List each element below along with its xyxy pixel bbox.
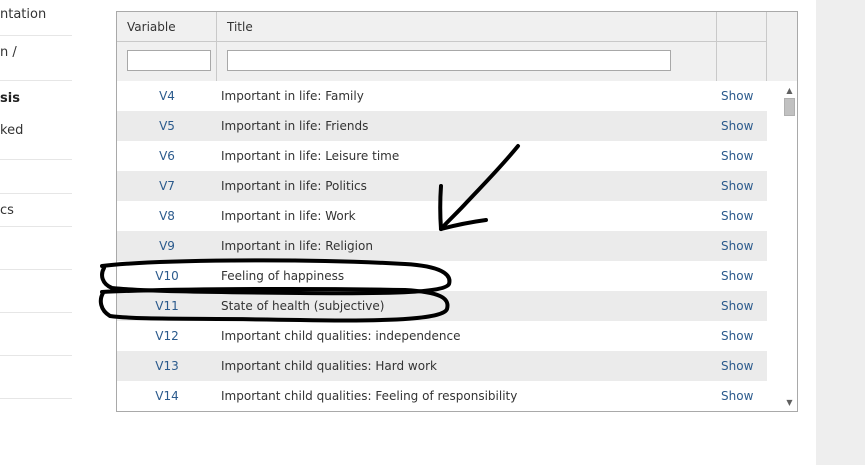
variable-link[interactable]: V13 <box>117 351 217 381</box>
variable-title: Important in life: Religion <box>221 239 373 253</box>
table-row: V7 Important in life: Politics Show <box>117 171 767 201</box>
header-divider <box>117 41 767 42</box>
nav-item-label: ked <box>0 123 24 138</box>
show-link[interactable]: Show <box>721 111 753 141</box>
variable-title: Feeling of happiness <box>221 269 345 283</box>
left-nav: ntation n / sis ked cs <box>0 0 72 465</box>
nav-item-3[interactable]: ked <box>0 114 72 162</box>
scroll-up-icon[interactable]: ▲ <box>781 84 797 98</box>
header-scrollbar-gutter <box>767 12 797 81</box>
variables-table: Variable Title V4 Important in life: Fam… <box>116 11 798 412</box>
variable-link[interactable]: V5 <box>117 111 217 141</box>
nav-item-5[interactable]: cs <box>0 194 72 228</box>
nav-item-6[interactable] <box>0 228 72 271</box>
scroll-down-icon[interactable]: ▼ <box>781 396 797 410</box>
nav-divider <box>0 398 72 399</box>
nav-item-label: n / <box>0 45 17 60</box>
nav-divider <box>0 355 72 356</box>
right-side-panel <box>816 0 865 465</box>
variable-title: Important in life: Family <box>221 89 364 103</box>
show-link[interactable]: Show <box>721 231 753 261</box>
variable-title: State of health (subjective) <box>221 299 385 313</box>
column-divider <box>716 12 717 81</box>
table-row: V8 Important in life: Work Show <box>117 201 767 231</box>
show-link[interactable]: Show <box>721 321 753 351</box>
variable-title: Important in life: Leisure time <box>221 149 400 163</box>
nav-divider <box>0 269 72 270</box>
show-link[interactable]: Show <box>721 291 753 321</box>
table-row: V5 Important in life: Friends Show <box>117 111 767 141</box>
table-row: V6 Important in life: Leisure time Show <box>117 141 767 171</box>
variable-title: Important child qualities: Feeling of re… <box>221 389 518 403</box>
column-divider <box>216 12 217 81</box>
column-header-title[interactable]: Title <box>217 12 717 42</box>
variable-title: Important in life: Work <box>221 209 356 223</box>
nav-item-label: cs <box>0 203 14 218</box>
variable-title: Important in life: Friends <box>221 119 369 133</box>
nav-item-0[interactable]: ntation <box>0 0 72 36</box>
show-link[interactable]: Show <box>721 261 753 291</box>
nav-item-4[interactable] <box>0 162 72 194</box>
variable-link[interactable]: V10 <box>117 261 217 291</box>
nav-item-1[interactable]: n / <box>0 36 72 82</box>
table-row: V12 Important child qualities: independe… <box>117 321 767 351</box>
show-link[interactable]: Show <box>721 141 753 171</box>
show-link[interactable]: Show <box>721 381 753 411</box>
nav-item-9[interactable] <box>0 357 72 400</box>
nav-divider <box>0 80 72 81</box>
variable-title: Important in life: Politics <box>221 179 367 193</box>
variable-link[interactable]: V9 <box>117 231 217 261</box>
variable-link[interactable]: V12 <box>117 321 217 351</box>
scrollbar-thumb[interactable] <box>784 98 795 116</box>
table-row: V10 Feeling of happiness Show <box>117 261 767 291</box>
nav-item-7[interactable] <box>0 271 72 314</box>
variable-link[interactable]: V7 <box>117 171 217 201</box>
table-row: V9 Important in life: Religion Show <box>117 231 767 261</box>
show-link[interactable]: Show <box>721 201 753 231</box>
nav-divider <box>0 312 72 313</box>
nav-divider <box>0 159 72 160</box>
variable-title: Important child qualities: Hard work <box>221 359 437 373</box>
table-body: V4 Important in life: Family Show V5 Imp… <box>117 81 767 411</box>
table-scrollbar[interactable]: ▲ ▼ <box>781 81 797 411</box>
table-row: V11 State of health (subjective) Show <box>117 291 767 321</box>
nav-item-label: ntation <box>0 7 47 22</box>
show-link[interactable]: Show <box>721 171 753 201</box>
nav-divider <box>0 226 72 227</box>
nav-item-8[interactable] <box>0 314 72 357</box>
table-row: V13 Important child qualities: Hard work… <box>117 351 767 381</box>
variable-link[interactable]: V4 <box>117 81 217 111</box>
table-row: V14 Important child qualities: Feeling o… <box>117 381 767 411</box>
variable-title: Important child qualities: independence <box>221 329 461 343</box>
variable-link[interactable]: V11 <box>117 291 217 321</box>
column-header-variable[interactable]: Variable <box>117 12 217 42</box>
show-link[interactable]: Show <box>721 81 753 111</box>
nav-item-label: sis <box>0 91 20 106</box>
title-filter-input[interactable] <box>227 50 671 71</box>
nav-item-2[interactable]: sis <box>0 82 72 114</box>
table-row: V4 Important in life: Family Show <box>117 81 767 111</box>
show-link[interactable]: Show <box>721 351 753 381</box>
variable-link[interactable]: V14 <box>117 381 217 411</box>
variable-link[interactable]: V6 <box>117 141 217 171</box>
variable-link[interactable]: V8 <box>117 201 217 231</box>
table-header: Variable Title <box>117 12 767 81</box>
variable-filter-input[interactable] <box>127 50 211 71</box>
